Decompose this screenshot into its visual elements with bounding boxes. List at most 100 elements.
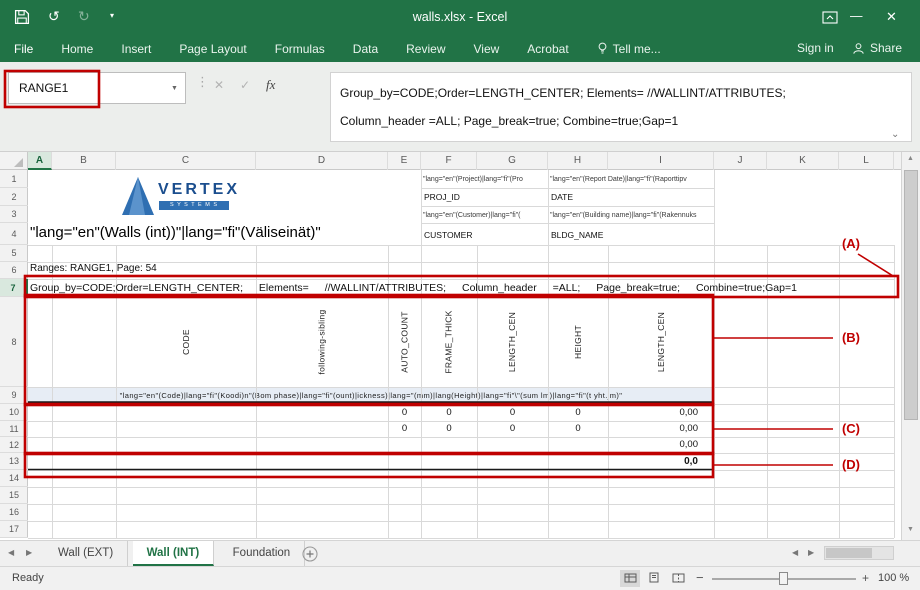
hscroll-right-icon[interactable]: ▶ [808,548,814,557]
cell-range-definition[interactable]: Group_by=CODE;Order=LENGTH_CENTER; Eleme… [30,280,896,297]
tab-page-layout[interactable]: Page Layout [179,42,246,56]
vertical-header-code[interactable]: CODE [116,297,256,387]
formula-input[interactable]: Group_by=CODE;Order=LENGTH_CENTER; Eleme… [330,72,912,142]
cell-report-date-lang[interactable]: "lang="en"(Report Date)|lang="fi"(Raport… [550,172,745,187]
title-bar: ↺ ↻ ▾ walls.xlsx - Excel — ✕ [0,0,920,35]
ribbon-display-options-icon[interactable] [822,11,838,29]
sheet-tab-wall-ext[interactable]: Wall (EXT) [44,541,128,566]
cancel-icon[interactable]: ✕ [214,78,224,92]
tab-home[interactable]: Home [61,42,93,56]
tab-formulas[interactable]: Formulas [275,42,325,56]
annotation-label-a: (A) [834,236,868,251]
cell-bldg-name[interactable]: BLDG_NAME [551,230,603,240]
vertex-logo: VERTEX S Y S T E M S [120,173,235,222]
formula-line-2: Column_header =ALL; Page_break=true; Com… [340,107,902,135]
cell-date[interactable]: DATE [551,192,573,202]
person-icon [852,42,865,55]
status-ready: Ready [12,567,44,590]
cell-project-lang[interactable]: "lang="en"(Project)|lang="fi"(Pro [423,172,547,187]
vertical-header-auto-count[interactable]: AUTO_COUNT [388,297,421,387]
vertex-logo-triangle-icon [120,175,156,217]
cell-r11-height[interactable]: 0 [548,421,608,437]
zoom-level[interactable]: 100 % [878,567,909,590]
vertical-header-height[interactable]: HEIGHT [548,297,608,387]
cell-proj-id[interactable]: PROJ_ID [424,192,460,202]
excel-window: ↺ ↻ ▾ walls.xlsx - Excel — ✕ File Home I… [0,0,920,590]
cell-total-sum[interactable]: 0,0 [608,453,706,470]
insert-function-button[interactable]: fx [266,77,275,93]
cell-ranges-info[interactable]: Ranges: RANGE1, Page: 54 [30,263,310,279]
vertical-header-length-cen-1[interactable]: LENGTH_CEN [477,297,548,387]
cell-sheet-title[interactable]: "lang="en"(Walls (int))"|lang="fi"(Välis… [30,224,420,245]
cell-customer-lang[interactable]: "lang="en"(Customer)|lang="fi"( [423,209,547,223]
sheet-nav-left-icon[interactable]: ◀ [8,548,14,557]
vertical-scrollbar-thumb[interactable] [904,170,918,420]
worksheet-grid[interactable]: A B C D E F G H I J K L 1 2 3 4 5 6 7 8 … [0,152,901,540]
name-box[interactable]: RANGE1 ▼ [8,72,186,104]
cell-r10-frame-thick[interactable]: 0 [421,404,477,421]
share-button[interactable]: Share [852,41,902,55]
vertical-header-following-sibling-label: following-sibling [317,309,327,374]
tab-insert[interactable]: Insert [121,42,151,56]
sheet-tabs: Wall (EXT) Wall (INT) Foundation [44,541,305,566]
enter-check-icon[interactable]: ✓ [240,78,250,92]
cell-r10-sum[interactable]: 0,00 [608,404,706,421]
cell-r12-sum[interactable]: 0,00 [608,437,706,453]
vertical-header-length-cen-2[interactable]: LENGTH_CEN [608,297,714,387]
tab-acrobat[interactable]: Acrobat [527,42,568,56]
formula-bar-strip: RANGE1 ▼ ⋮ ✕ ✓ fx Group_by=CODE;Order=LE… [0,62,920,152]
vertical-header-length-cen-2-label: LENGTH_CEN [656,312,666,372]
horizontal-scrollbar-thumb[interactable] [826,548,872,558]
cell-r11-auto-count[interactable]: 0 [388,421,421,437]
new-sheet-button[interactable] [302,546,318,567]
close-button[interactable]: ✕ [886,9,897,25]
formula-bar-collapse-icon[interactable]: ⌄ [891,121,899,142]
name-box-dropdown-icon[interactable]: ▼ [171,74,178,104]
normal-view-button[interactable] [620,570,640,587]
cell-r10-auto-count[interactable]: 0 [388,404,421,421]
sheet-tab-wall-int[interactable]: Wall (INT) [133,541,215,566]
ribbon-tab-bar: File Home Insert Page Layout Formulas Da… [0,35,920,62]
annotation-label-d: (D) [834,457,868,472]
zoom-slider-thumb[interactable] [779,572,788,585]
cell-r11-frame-thick[interactable]: 0 [421,421,477,437]
hscroll-left-icon[interactable]: ◀ [792,548,798,557]
window-title: walls.xlsx - Excel [0,0,920,35]
zoom-in-button[interactable]: + [862,567,869,590]
annotation-label-c: (C) [834,421,868,436]
share-label: Share [870,41,902,55]
formula-bar-drag-handle[interactable]: ⋮ [196,74,209,90]
vertical-header-frame-thick-label: FRAME_THICK [444,310,454,373]
ribbon-tabs: File Home Insert Page Layout Formulas Da… [0,35,920,62]
tell-me-box[interactable]: Tell me... [597,42,661,56]
sign-in-link[interactable]: Sign in [797,41,834,55]
scroll-down-icon[interactable]: ▼ [907,526,914,533]
tab-review[interactable]: Review [406,42,445,56]
sheet-tab-foundation[interactable]: Foundation [219,541,306,566]
tell-me-label: Tell me... [613,42,661,56]
page-layout-view-button[interactable] [644,570,664,587]
tab-file[interactable]: File [14,42,33,56]
cell-r11-sum[interactable]: 0,00 [608,421,706,437]
tab-view[interactable]: View [474,42,500,56]
zoom-out-button[interactable]: − [696,567,704,590]
cell-r10-length-cen[interactable]: 0 [477,404,548,421]
cell-r11-length-cen[interactable]: 0 [477,421,548,437]
sheet-nav-right-icon[interactable]: ▶ [26,548,32,557]
vertical-scrollbar[interactable]: ▲ ▼ [901,152,920,540]
vertical-header-following-sibling[interactable]: following-sibling [256,297,388,387]
vertical-header-height-label: HEIGHT [573,325,583,359]
vertex-logo-name: VERTEX [158,181,240,199]
lightbulb-icon [597,42,608,55]
horizontal-scrollbar[interactable] [824,546,894,560]
scroll-up-icon[interactable]: ▲ [907,155,914,162]
annotation-label-b: (B) [834,330,868,345]
cell-building-lang[interactable]: "lang="en"(Building name)|lang="fi"(Rake… [550,209,795,223]
page-break-view-button[interactable] [668,570,688,587]
vertical-header-frame-thick[interactable]: FRAME_THICK [421,297,477,387]
minimize-button[interactable]: — [850,9,863,23]
cell-r10-height[interactable]: 0 [548,404,608,421]
tab-data[interactable]: Data [353,42,378,56]
status-bar: Ready − + 100 % [0,566,920,590]
cell-customer[interactable]: CUSTOMER [424,230,473,240]
